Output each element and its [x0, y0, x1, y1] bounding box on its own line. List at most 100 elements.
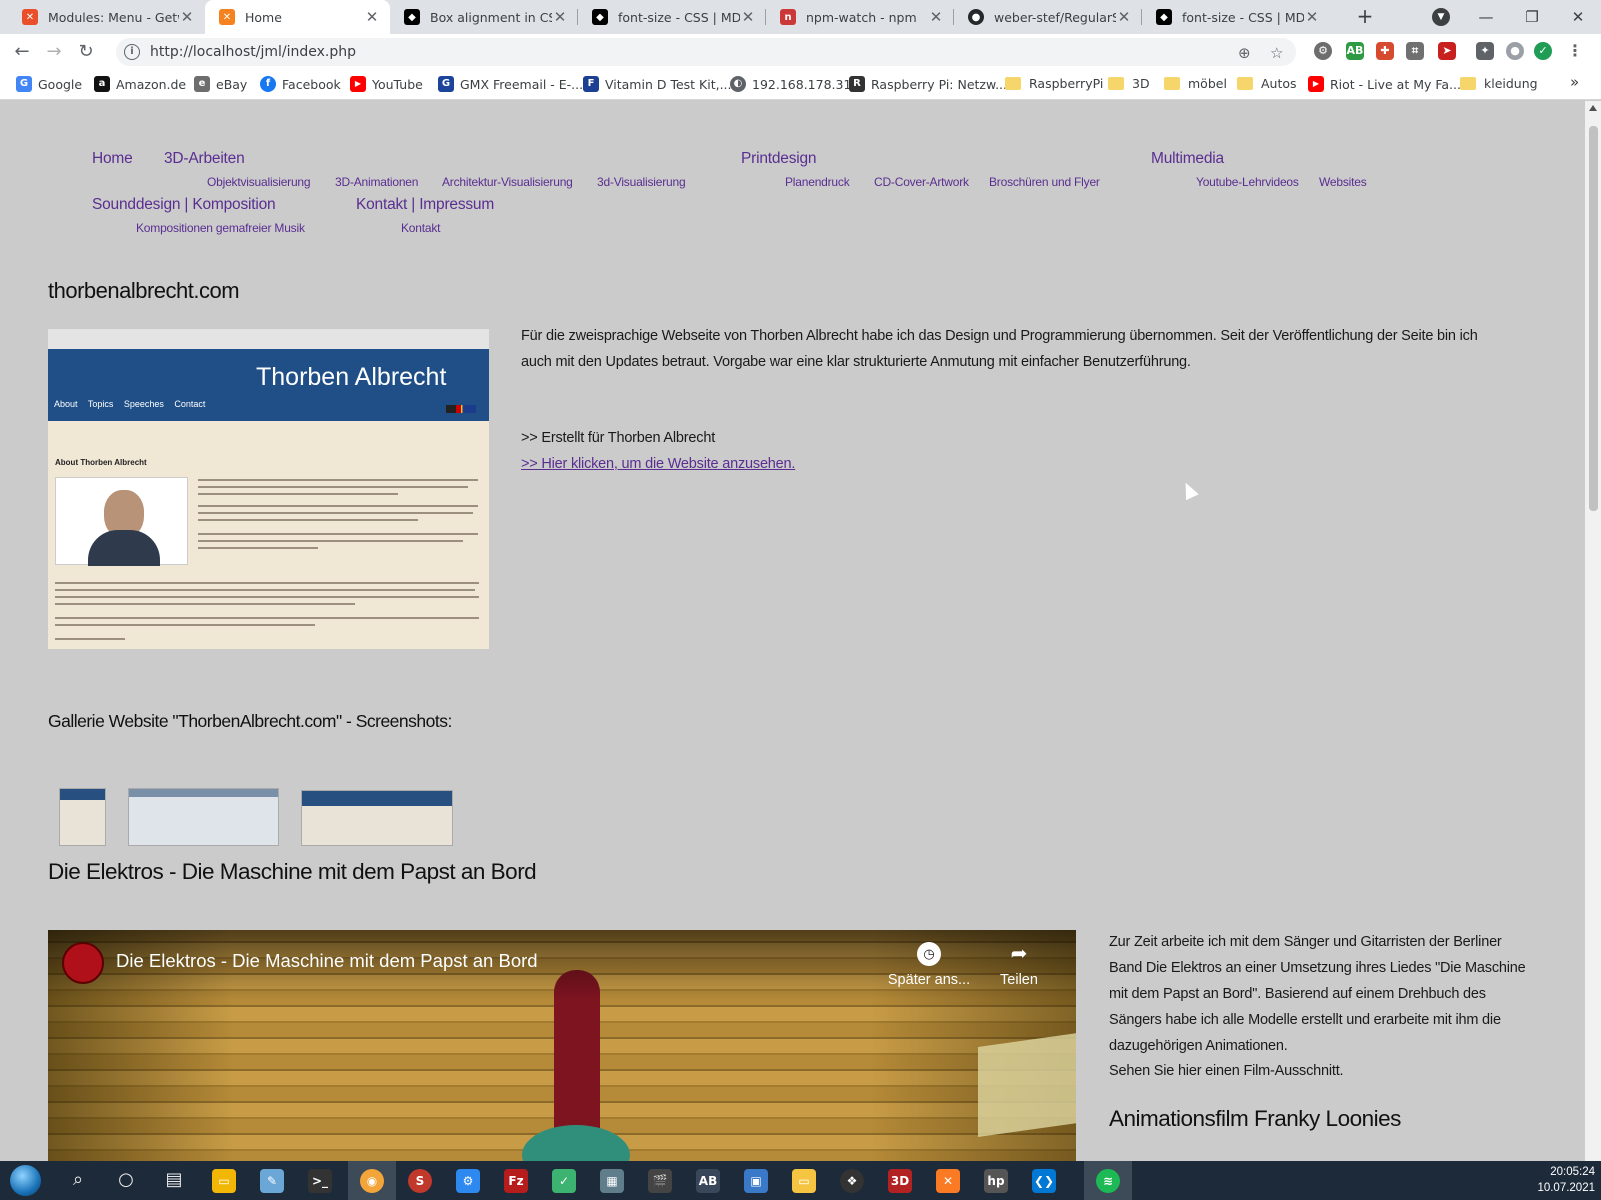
- gallery-thumbnail-1[interactable]: [59, 788, 106, 846]
- profile-avatar-icon[interactable]: ●: [1506, 42, 1524, 60]
- tools-extension-icon[interactable]: ✚: [1376, 42, 1394, 60]
- channel-avatar[interactable]: [62, 942, 104, 984]
- tab-box-alignment[interactable]: ◆ Box alignment in CSS G ✕: [390, 0, 578, 34]
- view-website-link[interactable]: >> Hier klicken, um die Website anzusehe…: [521, 451, 795, 477]
- menu-printdesign[interactable]: Printdesign: [741, 150, 817, 168]
- submenu-youtube-lehrvideos[interactable]: Youtube-Lehrvideos: [1196, 175, 1299, 189]
- close-icon[interactable]: ✕: [740, 8, 756, 26]
- submenu-planendruck[interactable]: Planendruck: [785, 175, 850, 189]
- bookmark-ebay[interactable]: e eBay: [194, 76, 247, 92]
- close-icon[interactable]: ✕: [1304, 8, 1320, 26]
- close-icon[interactable]: ✕: [364, 8, 380, 26]
- submenu-architektur-visualisierung[interactable]: Architektur-Visualisierung: [442, 175, 573, 189]
- bookmark-amazon[interactable]: a Amazon.de: [94, 76, 186, 92]
- bookmark-google[interactable]: G Google: [16, 76, 82, 92]
- bookmark-gmx[interactable]: G GMX Freemail - E-...: [438, 76, 583, 92]
- scroll-thumb[interactable]: [1589, 126, 1598, 511]
- terminal-icon[interactable]: >_: [308, 1169, 332, 1193]
- video-title[interactable]: Die Elektros - Die Maschine mit dem Paps…: [116, 950, 538, 972]
- address-bar[interactable]: i http://localhost/jml/index.php ⊕ ☆: [116, 38, 1296, 66]
- tab-search-icon[interactable]: ▼: [1432, 8, 1450, 26]
- s-app-icon[interactable]: S: [408, 1169, 432, 1193]
- bookmark-ip[interactable]: ◐ 192.168.178.31: [730, 76, 851, 92]
- xampp-icon[interactable]: ✕: [936, 1169, 960, 1193]
- menu-kontakt-impressum[interactable]: Kontakt | Impressum: [356, 196, 494, 214]
- calculator-icon[interactable]: ▦: [600, 1169, 624, 1193]
- close-icon[interactable]: ✕: [179, 8, 195, 26]
- notepad-icon[interactable]: ✎: [260, 1169, 284, 1193]
- crop-extension-icon[interactable]: ⌗: [1406, 42, 1424, 60]
- submenu-objektvisualisierung[interactable]: Objektvisualisierung: [207, 175, 311, 189]
- close-icon[interactable]: ✕: [928, 8, 944, 26]
- bookmark-folder-raspberrypi[interactable]: RaspberryPi: [1005, 76, 1103, 91]
- file-explorer-icon[interactable]: ▭: [212, 1169, 236, 1193]
- green-app-icon[interactable]: ✓: [552, 1169, 576, 1193]
- info-icon[interactable]: i: [124, 44, 140, 60]
- bookmark-youtube[interactable]: ▶ YouTube: [350, 76, 423, 92]
- new-tab-button[interactable]: +: [1352, 4, 1378, 30]
- close-icon[interactable]: ✕: [552, 8, 568, 26]
- submenu-cd-cover-artwork[interactable]: CD-Cover-Artwork: [874, 175, 969, 189]
- filezilla-icon[interactable]: Fz: [504, 1169, 528, 1193]
- menu-dots-icon[interactable]: ⋮: [1566, 42, 1584, 60]
- bookmark-folder-moebel[interactable]: möbel: [1164, 76, 1227, 91]
- website-screenshot[interactable]: Thorben Albrecht About Topics Speeches C…: [48, 329, 489, 649]
- bookmark-riot[interactable]: ▶ Riot - Live at My Fa...: [1308, 76, 1461, 92]
- settings-extension-icon[interactable]: ⚙: [1314, 42, 1332, 60]
- bookmark-folder-kleidung[interactable]: kleidung: [1460, 76, 1538, 91]
- tab-github-regularsize[interactable]: ● weber-stef/RegularSize ✕: [954, 0, 1142, 34]
- bookmark-folder-3d[interactable]: 3D: [1108, 76, 1150, 91]
- forward-arrow-icon[interactable]: →: [40, 39, 68, 65]
- submenu-websites[interactable]: Websites: [1319, 175, 1367, 189]
- zoom-icon[interactable]: ⊕: [1238, 44, 1251, 62]
- bookmark-raspberry-netzwerk[interactable]: R Raspberry Pi: Netzw...: [849, 76, 1007, 92]
- minimize-icon[interactable]: —: [1466, 4, 1506, 30]
- tab-home[interactable]: ✕ Home ✕: [205, 0, 390, 34]
- youtube-video-embed[interactable]: Die Elektros - Die Maschine mit dem Paps…: [48, 930, 1076, 1161]
- folder-app-icon[interactable]: ▭: [792, 1169, 816, 1193]
- submenu-3d-animationen[interactable]: 3D-Animationen: [335, 175, 418, 189]
- more-bookmarks-icon[interactable]: »: [1570, 73, 1579, 91]
- system-clock[interactable]: 20:05:24 10.07.2021: [1537, 1164, 1595, 1196]
- reload-icon[interactable]: ↻: [72, 39, 100, 65]
- bookmark-folder-autos[interactable]: Autos: [1237, 76, 1297, 91]
- tab-font-size-mdn[interactable]: ◆ font-size - CSS | MDN ✕: [578, 0, 766, 34]
- cortana-icon[interactable]: ○: [114, 1168, 138, 1192]
- vscode-icon[interactable]: ❮❯: [1032, 1169, 1056, 1193]
- submenu-broschueren-flyer[interactable]: Broschüren und Flyer: [989, 175, 1100, 189]
- submenu-3d-visualisierung[interactable]: 3d-Visualisierung: [597, 175, 686, 189]
- hp-icon[interactable]: hp: [984, 1169, 1008, 1193]
- video-editor-icon[interactable]: 🎬: [648, 1169, 672, 1193]
- start-button[interactable]: [10, 1165, 41, 1196]
- tab-font-size-mdn-2[interactable]: ◆ font-size - CSS | MDN ✕: [1142, 0, 1330, 34]
- submenu-kompositionen[interactable]: Kompositionen gemafreier Musik: [136, 221, 305, 235]
- settings-gear-icon[interactable]: ⚙: [456, 1169, 480, 1193]
- share-button[interactable]: ➦ Teilen: [964, 942, 1074, 988]
- search-icon[interactable]: ⌕: [66, 1168, 90, 1192]
- restore-icon[interactable]: ❐: [1512, 4, 1552, 30]
- puzzle-extensions-icon[interactable]: ✦: [1476, 42, 1494, 60]
- back-arrow-icon[interactable]: ←: [8, 39, 36, 65]
- window-close-icon[interactable]: ✕: [1558, 4, 1598, 30]
- adblock-extension-icon[interactable]: AB: [1346, 42, 1364, 60]
- send-extension-icon[interactable]: ➤: [1438, 42, 1456, 60]
- gallery-thumbnail-3[interactable]: [301, 790, 453, 846]
- davinci-icon[interactable]: ❖: [840, 1169, 864, 1193]
- bookmark-vitamin-d[interactable]: F Vitamin D Test Kit,...: [583, 76, 732, 92]
- gallery-thumbnail-2[interactable]: [128, 788, 279, 846]
- shield-check-icon[interactable]: ✓: [1534, 42, 1552, 60]
- spotify-icon[interactable]: ≋: [1096, 1169, 1120, 1193]
- chrome-canary-icon[interactable]: ◉: [360, 1169, 384, 1193]
- tab-modules-menu[interactable]: ✕ Modules: Menu - Getwe ✕: [8, 0, 205, 34]
- bookmark-star-icon[interactable]: ☆: [1270, 44, 1283, 62]
- menu-3d-arbeiten[interactable]: 3D-Arbeiten: [164, 150, 245, 168]
- scroll-up-arrow-icon[interactable]: [1589, 105, 1597, 111]
- page-scrollbar[interactable]: [1585, 101, 1601, 1161]
- menu-home[interactable]: Home: [92, 150, 133, 168]
- bookmark-facebook[interactable]: f Facebook: [260, 76, 341, 92]
- menu-sounddesign[interactable]: Sounddesign | Komposition: [92, 196, 276, 214]
- task-view-icon[interactable]: ▤: [162, 1168, 186, 1192]
- close-icon[interactable]: ✕: [1116, 8, 1132, 26]
- 3d-app-icon[interactable]: 3D: [888, 1169, 912, 1193]
- url-text[interactable]: http://localhost/jml/index.php: [150, 44, 356, 60]
